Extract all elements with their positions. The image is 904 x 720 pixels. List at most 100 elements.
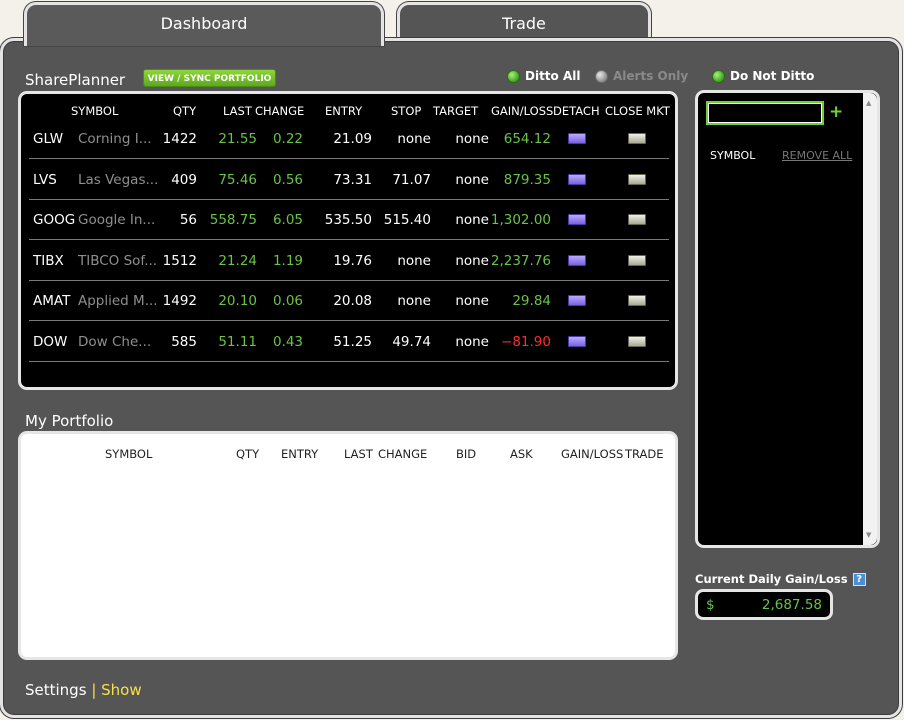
help-icon[interactable]: ? xyxy=(852,572,866,586)
cell-last: 20.10 xyxy=(218,293,257,309)
show-link[interactable]: Show xyxy=(101,681,141,699)
cell-last: 558.75 xyxy=(209,212,257,228)
remove-all-link[interactable]: REMOVE ALL xyxy=(782,149,852,162)
cell-entry: 20.08 xyxy=(333,293,372,309)
cell-stop: 515.40 xyxy=(383,212,431,228)
col-header-last: LAST xyxy=(223,104,252,118)
cell-symbol: GLW xyxy=(33,131,64,147)
settings-link[interactable]: Settings xyxy=(25,681,87,699)
cell-change: 6.05 xyxy=(272,212,303,228)
scroll-down-icon[interactable]: ▼ xyxy=(866,531,871,539)
table-row: GOOG Google In... 56 558.75 6.05 535.50 515.40… xyxy=(29,200,669,240)
cell-gain: 2,237.76 xyxy=(490,252,551,269)
watchlist-symbol-input[interactable] xyxy=(706,101,824,125)
add-symbol-button[interactable]: + xyxy=(829,102,843,122)
cell-gain: −81.90 xyxy=(501,333,551,350)
cell-change: 0.22 xyxy=(272,131,303,147)
detach-button[interactable] xyxy=(568,335,586,347)
radio-unselected-icon xyxy=(595,69,608,83)
pf-col-last: LAST xyxy=(344,447,373,461)
cell-stop: none xyxy=(397,252,431,269)
cell-name: Applied M... xyxy=(78,293,158,309)
cell-entry: 73.31 xyxy=(333,171,372,188)
table-row: AMAT Applied M... 1492 20.10 0.06 20.08 none no… xyxy=(29,281,669,321)
col-header-close-mkt: CLOSE MKT xyxy=(605,104,670,118)
detach-button[interactable] xyxy=(568,295,586,306)
cell-last: 75.46 xyxy=(218,171,257,188)
col-header-stop: STOP xyxy=(391,104,422,118)
cell-name: Las Vegas... xyxy=(78,171,159,188)
daily-gain-display: $ 2,687.58 xyxy=(695,589,833,620)
close-market-button[interactable] xyxy=(628,214,646,225)
cell-last: 21.55 xyxy=(218,131,257,147)
radio-do-not-ditto[interactable]: Do Not Ditto xyxy=(712,69,814,83)
daily-gain-value: 2,687.58 xyxy=(761,597,822,613)
cell-qty: 1512 xyxy=(162,252,197,269)
cell-target: none xyxy=(455,131,489,147)
radio-label: Do Not Ditto xyxy=(730,69,815,83)
radio-selected-icon xyxy=(507,69,520,83)
watchlist-symbol-header: SYMBOL xyxy=(710,149,756,162)
cell-qty: 1422 xyxy=(162,131,197,147)
radio-alerts-only[interactable]: Alerts Only xyxy=(595,69,688,83)
shareplanner-title: SharePlanner xyxy=(25,71,126,89)
cell-stop: none xyxy=(397,131,431,147)
col-header-target: TARGET xyxy=(433,104,479,118)
cell-change: 1.19 xyxy=(272,252,303,269)
portfolio-title: My Portfolio xyxy=(25,412,114,430)
cell-change: 0.56 xyxy=(272,171,303,188)
close-market-button[interactable] xyxy=(628,173,646,185)
cell-name: Dow Che... xyxy=(78,333,152,350)
close-market-button[interactable] xyxy=(628,295,646,306)
col-header-qty: QTY xyxy=(173,104,197,118)
pf-col-ask: ASK xyxy=(510,447,533,461)
cell-qty: 56 xyxy=(179,212,197,228)
cell-name: Corning I... xyxy=(78,131,152,147)
portfolio-table: SYMBOL QTY ENTRY LAST CHANGE BID ASK GAI… xyxy=(18,431,678,660)
pf-col-bid: BID xyxy=(456,447,477,461)
table-row: TIBX TIBCO Sof... 1512 21.24 1.19 19.76 none no… xyxy=(29,241,669,281)
detach-button[interactable] xyxy=(568,173,586,185)
footer-separator: | xyxy=(91,681,97,699)
table-row: DOW Dow Che... 585 51.11 0.43 51.25 49.74 none −… xyxy=(29,322,669,362)
close-market-button[interactable] xyxy=(628,335,646,347)
close-market-button[interactable] xyxy=(628,133,646,144)
cell-symbol: TIBX xyxy=(33,252,64,269)
close-market-button[interactable] xyxy=(628,254,646,266)
daily-gain-label: Current Daily Gain/Loss ? xyxy=(695,572,866,586)
cell-stop: 49.74 xyxy=(392,333,431,350)
daily-gain-label-text: Current Daily Gain/Loss xyxy=(695,572,848,586)
cell-target: none xyxy=(455,171,489,188)
watchlist-scrollbar[interactable]: ▲ ▼ xyxy=(863,93,877,545)
cell-entry: 21.09 xyxy=(333,131,372,147)
cell-target: none xyxy=(455,252,489,269)
detach-button[interactable] xyxy=(568,133,586,144)
cell-stop: 71.07 xyxy=(392,171,431,188)
radio-ditto-all[interactable]: Ditto All xyxy=(507,69,580,83)
cell-last: 51.11 xyxy=(218,333,257,350)
cell-gain: 654.12 xyxy=(503,131,551,147)
cell-qty: 409 xyxy=(171,171,197,188)
detach-button[interactable] xyxy=(568,214,586,225)
cell-qty: 585 xyxy=(171,333,197,350)
col-header-symbol: SYMBOL xyxy=(71,104,119,118)
cell-name: TIBCO Sof... xyxy=(78,252,158,269)
cell-target: none xyxy=(455,293,489,309)
cell-symbol: AMAT xyxy=(33,293,71,309)
radio-label: Alerts Only xyxy=(613,69,689,83)
radio-selected-icon xyxy=(712,69,725,83)
detach-button[interactable] xyxy=(568,254,586,266)
view-sync-portfolio-button[interactable]: VIEW / SYNC PORTFOLIO xyxy=(143,69,276,87)
cell-last: 21.24 xyxy=(218,252,257,269)
cell-stop: none xyxy=(397,293,431,309)
watchlist-panel: + SYMBOL REMOVE ALL ▲ ▼ xyxy=(695,90,880,548)
pf-col-change: CHANGE xyxy=(378,447,428,461)
cell-name: Google In... xyxy=(78,212,156,228)
col-header-gain-loss: GAIN/LOSS xyxy=(491,104,554,118)
pf-col-entry: ENTRY xyxy=(281,447,319,461)
scroll-up-icon[interactable]: ▲ xyxy=(866,99,871,107)
radio-label: Ditto All xyxy=(525,69,581,83)
cell-symbol: DOW xyxy=(33,333,68,350)
cell-qty: 1492 xyxy=(162,293,197,309)
cell-target: none xyxy=(455,333,489,350)
